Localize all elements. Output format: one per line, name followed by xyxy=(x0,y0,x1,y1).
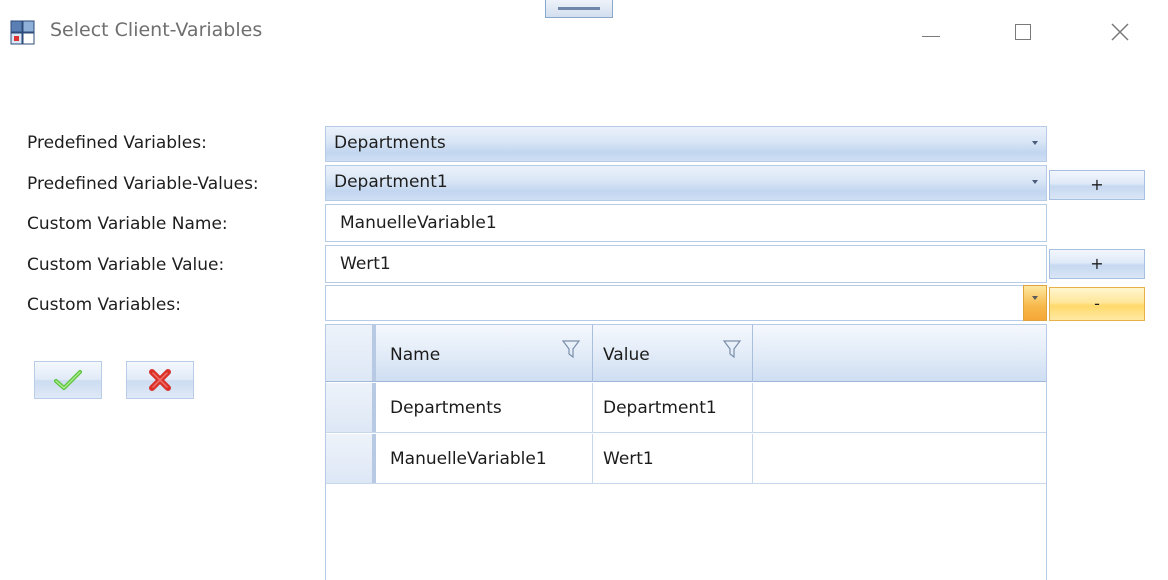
header-row-selector xyxy=(326,325,376,381)
maximize-icon xyxy=(1015,24,1031,40)
column-header-value[interactable]: Value xyxy=(593,325,753,382)
predefined-variables-dropdown[interactable]: Departments xyxy=(325,126,1047,162)
predefined-variable-values-dropdown[interactable]: Department1 xyxy=(325,165,1047,201)
filter-icon[interactable] xyxy=(723,339,741,359)
filter-icon[interactable] xyxy=(562,339,580,359)
dropdown-arrow-icon[interactable] xyxy=(1032,141,1038,145)
custom-variables-dropdown[interactable] xyxy=(325,285,1047,321)
predefined-variables-label: Predefined Variables: xyxy=(27,133,207,153)
predefined-variable-values-label: Predefined Variable-Values: xyxy=(27,174,259,194)
app-window-icon xyxy=(10,20,36,46)
custom-variables-grid[interactable]: Name Value Departments Department1 Manue… xyxy=(325,324,1047,580)
minimize-icon xyxy=(922,35,940,37)
add-custom-variable-button[interactable]: + xyxy=(1049,249,1145,279)
close-icon xyxy=(1111,23,1129,41)
predefined-variables-value: Departments xyxy=(334,133,446,153)
row-selector[interactable] xyxy=(326,383,376,432)
cell-value[interactable]: Department1 xyxy=(593,383,753,433)
custom-variable-name-input[interactable]: ManuelleVariable1 xyxy=(325,204,1047,242)
checkmark-icon xyxy=(54,370,82,390)
cell-name[interactable]: Departments xyxy=(380,383,593,433)
column-header-name[interactable]: Name xyxy=(380,325,593,382)
remove-custom-variable-button[interactable]: - xyxy=(1049,287,1145,321)
column-header-value-label: Value xyxy=(603,345,650,365)
cell-value[interactable]: Wert1 xyxy=(593,434,753,484)
cancel-button[interactable] xyxy=(126,361,194,399)
table-row[interactable]: Departments Department1 xyxy=(326,383,1046,433)
ok-button[interactable] xyxy=(34,361,102,399)
window-title: Select Client-Variables xyxy=(50,19,263,41)
row-selector[interactable] xyxy=(326,434,376,483)
custom-variable-value-input[interactable]: Wert1 xyxy=(325,245,1047,283)
cell-name[interactable]: ManuelleVariable1 xyxy=(380,434,593,484)
custom-variable-name-label: Custom Variable Name: xyxy=(27,214,228,234)
table-row[interactable]: ManuelleVariable1 Wert1 xyxy=(326,434,1046,484)
predefined-variable-values-value: Department1 xyxy=(334,172,448,192)
red-x-icon xyxy=(149,369,171,391)
custom-variables-label: Custom Variables: xyxy=(27,295,181,315)
custom-variable-value-label: Custom Variable Value: xyxy=(27,255,225,275)
column-header-name-label: Name xyxy=(390,345,441,365)
grid-header: Name Value xyxy=(326,325,1046,382)
close-button[interactable] xyxy=(1097,14,1143,50)
add-predefined-variable-button[interactable]: + xyxy=(1049,170,1145,200)
maximize-button[interactable] xyxy=(1000,14,1046,50)
minimize-button[interactable] xyxy=(908,14,954,50)
drag-grip[interactable] xyxy=(545,0,613,18)
dropdown-arrow-icon[interactable] xyxy=(1032,180,1038,184)
dropdown-arrow-icon[interactable] xyxy=(1023,285,1047,321)
